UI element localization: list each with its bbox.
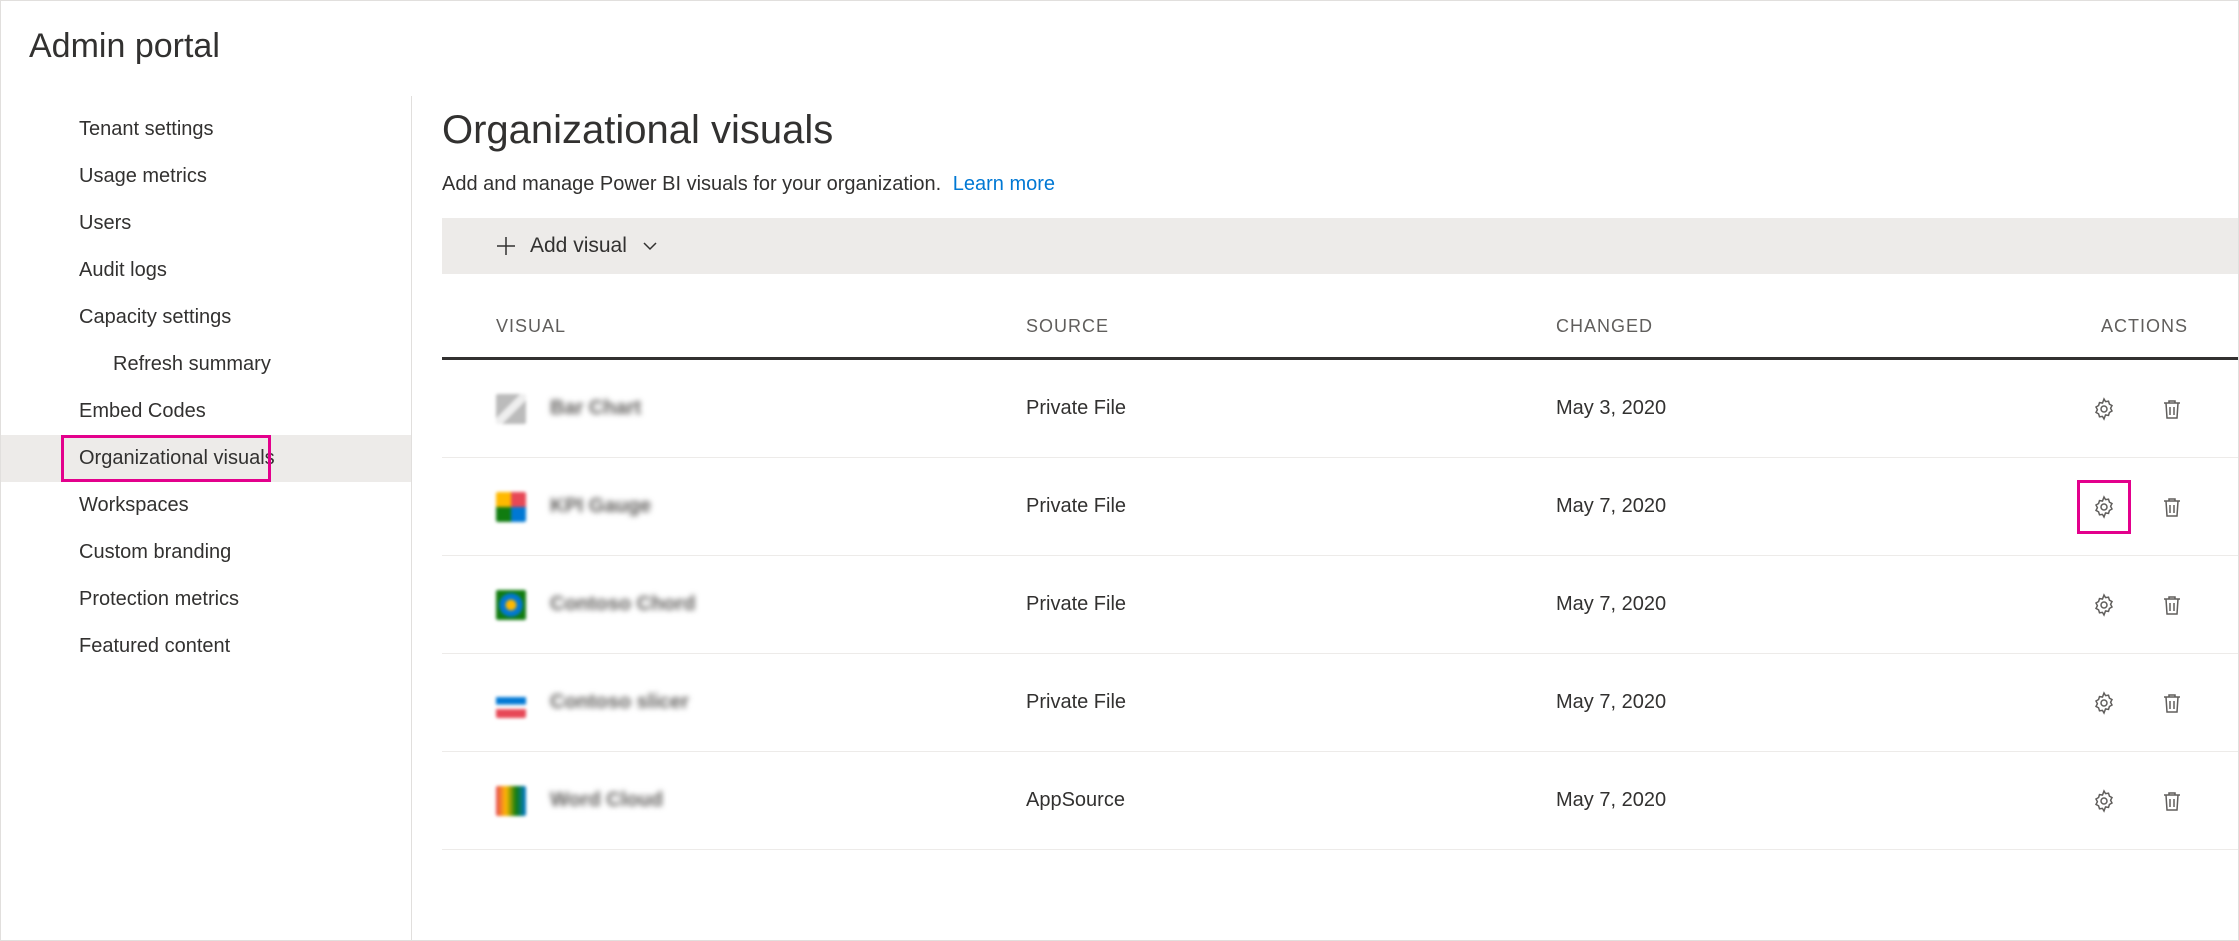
trash-icon [2161, 789, 2183, 813]
visual-name: Word Cloud [550, 789, 663, 812]
sidebar-item-refresh-summary[interactable]: Refresh summary [1, 341, 411, 388]
settings-button[interactable] [2086, 783, 2122, 819]
delete-button[interactable] [2154, 783, 2190, 819]
changed-cell: May 3, 2020 [1556, 397, 2086, 420]
sidebar-item-users[interactable]: Users [1, 200, 411, 247]
sidebar-item-label: Organizational visuals [79, 447, 275, 469]
sidebar-item-usage-metrics[interactable]: Usage metrics [1, 153, 411, 200]
actions-cell [2086, 489, 2218, 525]
col-actions: ACTIONS [2086, 316, 2218, 337]
sidebar-item-label: Workspaces [79, 494, 189, 516]
source-cell: Private File [1026, 495, 1556, 518]
sidebar-item-tenant-settings[interactable]: Tenant settings [1, 106, 411, 153]
col-visual: VISUAL [496, 316, 1026, 337]
page-subtitle: Add and manage Power BI visuals for your… [442, 173, 2238, 196]
admin-portal-app: Admin portal Tenant settings Usage metric… [0, 0, 2239, 941]
trash-icon [2161, 397, 2183, 421]
gear-icon [2092, 789, 2116, 813]
sidebar-item-label: Audit logs [79, 259, 167, 281]
chevron-down-icon [641, 237, 659, 255]
sidebar-item-label: Custom branding [79, 541, 231, 563]
sidebar-item-label: Refresh summary [113, 353, 271, 375]
actions-cell [2086, 783, 2218, 819]
gear-icon [2092, 495, 2116, 519]
table-row: KPI Gauge Private FileMay 7, 2020 [442, 458, 2238, 556]
table-row: Word Cloud AppSourceMay 7, 2020 [442, 752, 2238, 850]
trash-icon [2161, 593, 2183, 617]
col-source: SOURCE [1026, 316, 1556, 337]
sidebar-item-featured-content[interactable]: Featured content [1, 623, 411, 670]
changed-cell: May 7, 2020 [1556, 789, 2086, 812]
changed-cell: May 7, 2020 [1556, 691, 2086, 714]
visual-name: Contoso slicer [550, 691, 689, 714]
sidebar-item-workspaces[interactable]: Workspaces [1, 482, 411, 529]
actions-cell [2086, 685, 2218, 721]
source-cell: Private File [1026, 397, 1556, 420]
sidebar-item-capacity-settings[interactable]: Capacity settings [1, 294, 411, 341]
visual-name: KPI Gauge [550, 495, 651, 518]
table-header: VISUAL SOURCE CHANGED ACTIONS [442, 292, 2238, 360]
settings-button[interactable] [2086, 489, 2122, 525]
source-cell: AppSource [1026, 789, 1556, 812]
sidebar-item-label: Tenant settings [79, 118, 214, 140]
plus-icon [496, 236, 516, 256]
sidebar-item-audit-logs[interactable]: Audit logs [1, 247, 411, 294]
trash-icon [2161, 495, 2183, 519]
add-visual-label: Add visual [530, 234, 627, 258]
sidebar-item-label: Usage metrics [79, 165, 207, 187]
visual-thumbnail-icon [496, 590, 526, 620]
gear-icon [2092, 691, 2116, 715]
visual-name: Contoso Chord [550, 593, 696, 616]
sidebar-nav: Tenant settings Usage metrics Users Audit l… [1, 96, 412, 940]
visual-cell: Bar Chart [496, 394, 1026, 424]
settings-button[interactable] [2086, 685, 2122, 721]
delete-button[interactable] [2154, 489, 2190, 525]
sidebar-item-custom-branding[interactable]: Custom branding [1, 529, 411, 576]
settings-button[interactable] [2086, 587, 2122, 623]
sidebar-item-label: Capacity settings [79, 306, 231, 328]
settings-button[interactable] [2086, 391, 2122, 427]
add-visual-button[interactable]: Add visual [442, 218, 2238, 274]
table-row: Contoso Chord Private FileMay 7, 2020 [442, 556, 2238, 654]
visual-cell: Contoso Chord [496, 590, 1026, 620]
visual-cell: Word Cloud [496, 786, 1026, 816]
body: Tenant settings Usage metrics Users Audit l… [1, 96, 2238, 940]
gear-icon [2092, 397, 2116, 421]
delete-button[interactable] [2154, 587, 2190, 623]
sidebar-item-label: Embed Codes [79, 400, 206, 422]
changed-cell: May 7, 2020 [1556, 495, 2086, 518]
page-subtitle-text: Add and manage Power BI visuals for your… [442, 173, 941, 195]
visual-thumbnail-icon [496, 688, 526, 718]
delete-button[interactable] [2154, 685, 2190, 721]
table-row: Bar Chart Private FileMay 3, 2020 [442, 360, 2238, 458]
gear-icon [2092, 593, 2116, 617]
table-row: Contoso slicer Private FileMay 7, 2020 [442, 654, 2238, 752]
source-cell: Private File [1026, 691, 1556, 714]
visual-thumbnail-icon [496, 786, 526, 816]
sidebar-item-label: Protection metrics [79, 588, 239, 610]
visual-thumbnail-icon [496, 394, 526, 424]
visual-name: Bar Chart [550, 397, 641, 420]
delete-button[interactable] [2154, 391, 2190, 427]
sidebar-item-protection-metrics[interactable]: Protection metrics [1, 576, 411, 623]
sidebar-item-label: Featured content [79, 635, 230, 657]
sidebar-item-embed-codes[interactable]: Embed Codes [1, 388, 411, 435]
actions-cell [2086, 391, 2218, 427]
col-changed: CHANGED [1556, 316, 2086, 337]
visuals-table: VISUAL SOURCE CHANGED ACTIONS Bar Chart P… [442, 292, 2238, 850]
main-content: Organizational visuals Add and manage Po… [412, 96, 2238, 940]
page-title: Organizational visuals [442, 108, 2238, 153]
learn-more-link[interactable]: Learn more [953, 173, 1055, 195]
table-body: Bar ChartPrivate FileMay 3, 2020KPI Gaug… [442, 360, 2238, 850]
changed-cell: May 7, 2020 [1556, 593, 2086, 616]
portal-title: Admin portal [1, 1, 2238, 96]
visual-cell: Contoso slicer [496, 688, 1026, 718]
trash-icon [2161, 691, 2183, 715]
visual-thumbnail-icon [496, 492, 526, 522]
visual-cell: KPI Gauge [496, 492, 1026, 522]
actions-cell [2086, 587, 2218, 623]
source-cell: Private File [1026, 593, 1556, 616]
sidebar-item-organizational-visuals[interactable]: Organizational visuals [1, 435, 411, 482]
sidebar-item-label: Users [79, 212, 131, 234]
